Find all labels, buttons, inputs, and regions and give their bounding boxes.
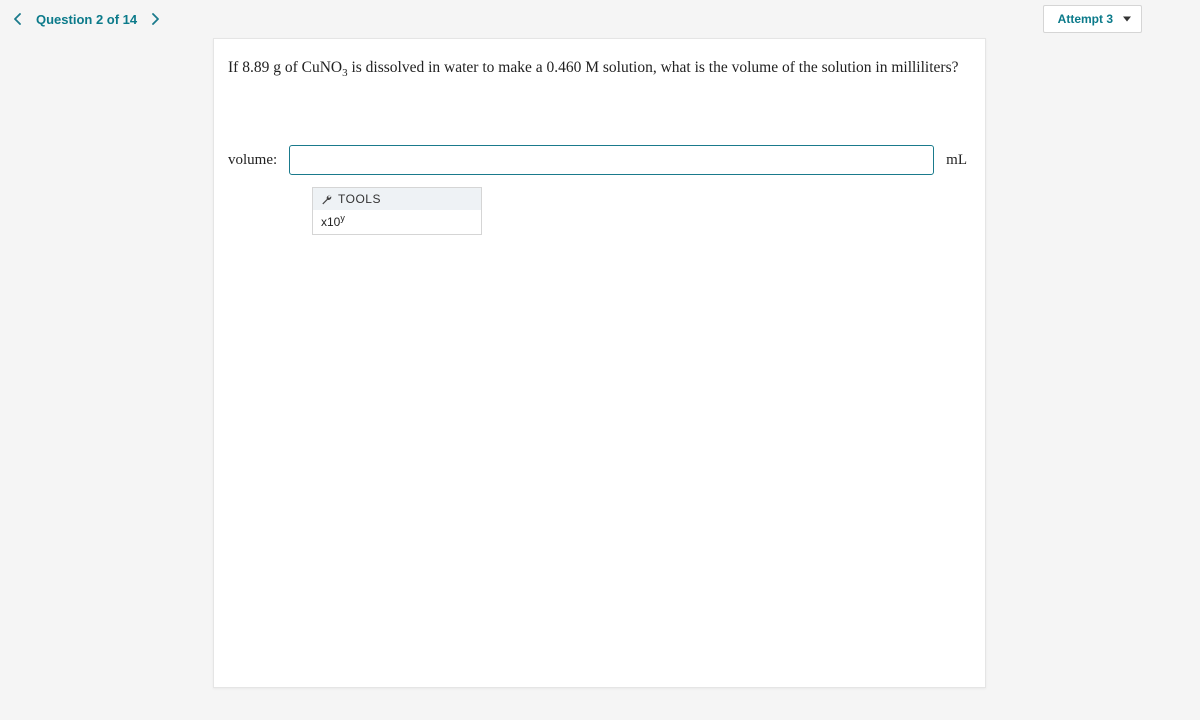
wrench-icon: [321, 194, 332, 205]
tools-panel: TOOLS x10y: [312, 187, 482, 235]
chevron-right-icon: [151, 13, 159, 25]
tool-superscript: y: [340, 213, 345, 223]
prev-question-button[interactable]: [8, 9, 28, 29]
question-suffix: is dissolved in water to make a 0.460 M …: [348, 59, 959, 76]
attempt-label: Attempt 3: [1058, 12, 1113, 26]
question-counter: Question 2 of 14: [36, 12, 137, 27]
next-question-button[interactable]: [145, 9, 165, 29]
tools-header: TOOLS: [313, 188, 481, 210]
scientific-notation-tool[interactable]: x10y: [313, 210, 481, 234]
nav-left: Question 2 of 14: [8, 9, 165, 29]
page-header: Question 2 of 14 Attempt 3: [0, 0, 1200, 38]
answer-label: volume:: [228, 152, 277, 169]
question-prefix: If 8.89 g of CuNO: [228, 59, 342, 76]
tools-header-label: TOOLS: [338, 192, 381, 206]
question-text: If 8.89 g of CuNO3 is dissolved in water…: [214, 39, 985, 81]
volume-input[interactable]: [289, 145, 934, 175]
answer-row: volume: mL: [214, 81, 985, 175]
tool-prefix: x10: [321, 215, 340, 229]
question-card: If 8.89 g of CuNO3 is dissolved in water…: [213, 38, 986, 688]
caret-down-icon: [1123, 17, 1131, 22]
chevron-left-icon: [14, 13, 22, 25]
attempt-dropdown[interactable]: Attempt 3: [1043, 5, 1142, 33]
answer-unit: mL: [946, 152, 971, 169]
